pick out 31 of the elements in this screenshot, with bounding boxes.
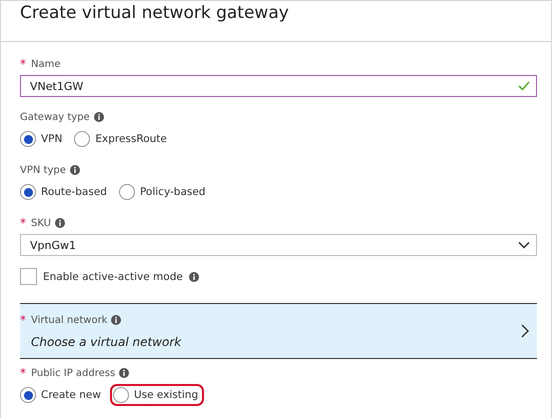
checkbox[interactable]: [20, 268, 37, 285]
info-icon[interactable]: [111, 315, 122, 325]
radio-option[interactable]: Policy-based: [116, 181, 212, 203]
checkbox-label: Enable active-active mode: [43, 270, 183, 282]
field-label: SKU: [31, 218, 51, 228]
info-icon[interactable]: [70, 165, 80, 175]
blade-title: Create virtual network gateway: [20, 2, 289, 25]
check-icon: [518, 81, 530, 91]
field-label: Gateway type: [20, 112, 90, 122]
field-label: VPN type: [20, 164, 66, 176]
required-asterisk: *: [20, 57, 27, 71]
info-icon[interactable]: [188, 272, 199, 282]
required-asterisk: *: [20, 313, 27, 327]
field-label: Public IP address: [31, 368, 116, 378]
radio-option[interactable]: ExpressRoute: [71, 128, 173, 150]
virtual-network-picker[interactable]: * Virtual network Choose a virtual network: [20, 303, 537, 359]
radio-option[interactable]: Route-based: [17, 181, 113, 203]
radio-option[interactable]: VPN: [17, 128, 68, 150]
info-icon[interactable]: [119, 368, 130, 378]
sku-dropdown[interactable]: VpnGw1: [20, 234, 537, 256]
field-label: Name: [31, 58, 61, 70]
name-input[interactable]: VNet1GW: [20, 75, 537, 97]
required-asterisk: *: [20, 216, 27, 230]
required-asterisk: *: [20, 366, 27, 380]
chevron-right-icon: [521, 324, 529, 338]
radio-option[interactable]: Create new: [17, 384, 107, 406]
info-icon[interactable]: [54, 218, 65, 228]
info-icon[interactable]: [94, 112, 104, 122]
chevron-down-icon: [518, 241, 530, 249]
field-label: Virtual network: [31, 314, 108, 326]
highlighted-radio-option[interactable]: Use existing: [110, 384, 204, 406]
